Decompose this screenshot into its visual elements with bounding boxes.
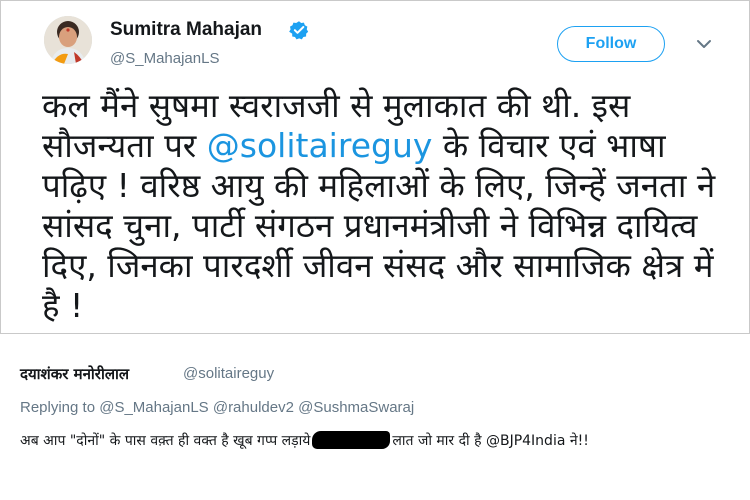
- author-handle[interactable]: @S_MahajanLS: [110, 50, 219, 67]
- reply-text-part: अब आप "दोनों" के पास वक़्त ही वक्त है खू…: [20, 433, 311, 449]
- reply-author-handle[interactable]: @solitaireguy: [183, 365, 274, 382]
- reply-text: अब आप "दोनों" के पास वक़्त ही वक्त है खू…: [20, 430, 730, 452]
- main-tweet: Sumitra Mahajan @S_MahajanLS Follow कल म…: [0, 0, 750, 333]
- chevron-down-icon[interactable]: [694, 34, 714, 54]
- mention-link[interactable]: @solitaireguy: [207, 126, 433, 165]
- verified-badge-icon: [289, 21, 309, 40]
- follow-button[interactable]: Follow: [557, 26, 665, 62]
- tweet-text: कल मैंने सुषमा स्वराजजी से मुलाकात की थी…: [42, 86, 722, 326]
- reply-author-name[interactable]: दयाशंकर मनोरीलाल: [20, 364, 129, 384]
- reply-tweet: दयाशंकर मनोरीलाल @solitaireguy Replying …: [0, 334, 750, 500]
- author-name[interactable]: Sumitra Mahajan: [110, 19, 262, 41]
- redaction-scribble: [312, 431, 391, 449]
- replying-to-line: Replying to @S_MahajanLS @rahuldev2 @Sus…: [20, 399, 415, 416]
- reply-text-part: लात जो मार दी है @BJP4India ने!!: [392, 433, 589, 449]
- avatar[interactable]: [44, 16, 92, 64]
